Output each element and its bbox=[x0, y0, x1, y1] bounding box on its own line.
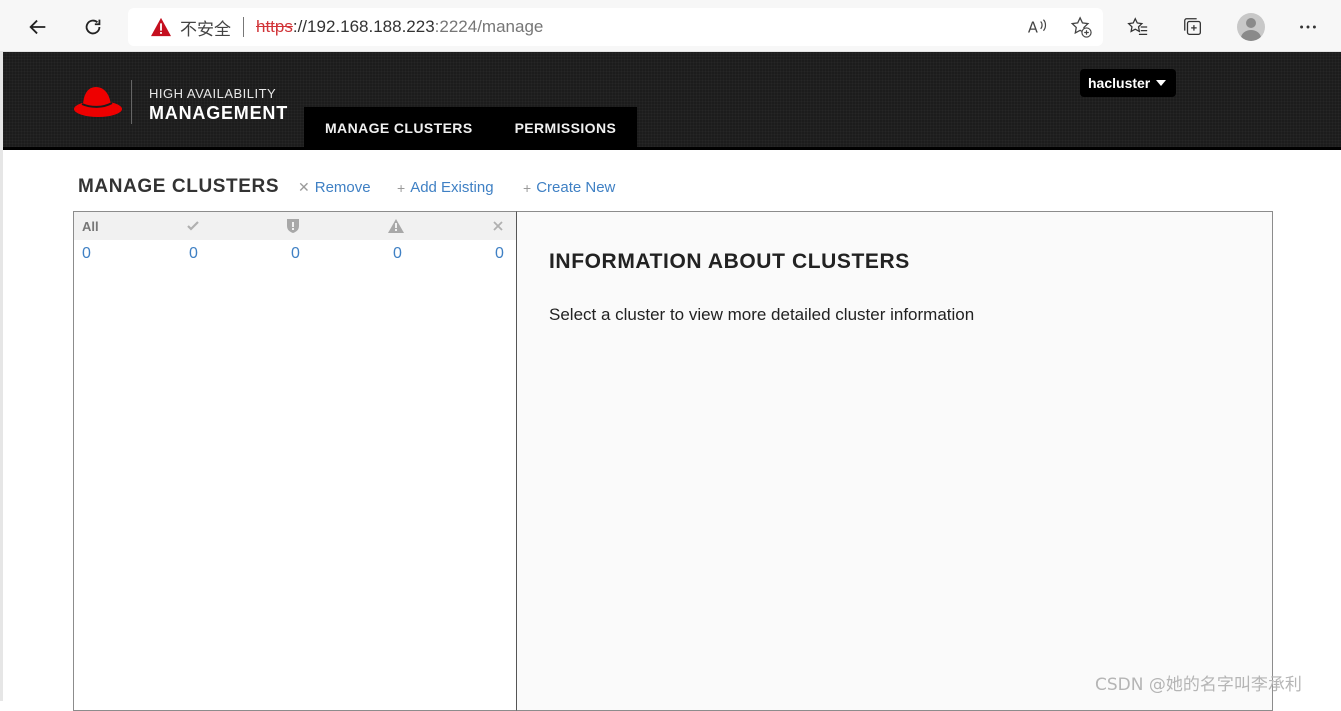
cluster-info-panel: INFORMATION ABOUT CLUSTERS Select a clus… bbox=[516, 211, 1273, 711]
back-button[interactable] bbox=[21, 10, 55, 44]
remove-label: Remove bbox=[314, 179, 371, 196]
cluster-list-panel: All 0 0 0 0 0 bbox=[73, 211, 517, 711]
warning-icon bbox=[151, 17, 171, 37]
count-warning[interactable]: 0 bbox=[393, 245, 402, 263]
app-header: HIGH AVAILABILITY MANAGEMENT MANAGE CLUS… bbox=[3, 52, 1341, 150]
browser-toolbar: 不安全 https://192.168.188.223:2224/manage … bbox=[0, 0, 1341, 52]
create-new-button[interactable]: + Create New bbox=[523, 179, 615, 196]
user-menu-button[interactable]: hacluster bbox=[1080, 69, 1177, 97]
add-favorite-icon[interactable] bbox=[1069, 15, 1093, 39]
url-path: /manage bbox=[477, 17, 544, 36]
url-port: :2224 bbox=[434, 17, 478, 36]
more-options-icon[interactable] bbox=[1295, 14, 1321, 40]
caret-down-icon bbox=[1156, 80, 1167, 86]
brand-title: MANAGEMENT bbox=[149, 103, 288, 123]
plus-icon: + bbox=[397, 179, 406, 196]
info-text: Select a cluster to view more detailed c… bbox=[549, 305, 975, 324]
nav-manage-clusters[interactable]: MANAGE CLUSTERS bbox=[304, 107, 494, 150]
create-new-label: Create New bbox=[536, 179, 616, 196]
plus-icon: + bbox=[523, 179, 532, 196]
count-all[interactable]: 0 bbox=[82, 245, 91, 263]
filter-unknown[interactable] bbox=[492, 212, 504, 240]
watermark: CSDN @她的名字叫李承利 bbox=[1095, 675, 1302, 695]
nav-permissions[interactable]: PERMISSIONS bbox=[494, 107, 638, 150]
logo-divider bbox=[131, 80, 132, 124]
count-unknown[interactable]: 0 bbox=[495, 245, 504, 263]
page-title: MANAGE CLUSTERS bbox=[78, 176, 280, 197]
filter-all[interactable]: All bbox=[82, 212, 99, 240]
count-error[interactable]: 0 bbox=[291, 245, 300, 263]
add-existing-button[interactable]: + Add Existing bbox=[397, 179, 494, 196]
add-existing-label: Add Existing bbox=[410, 179, 494, 196]
warning-triangle-icon bbox=[388, 219, 404, 233]
profile-avatar[interactable] bbox=[1237, 13, 1265, 41]
shield-alert-icon bbox=[287, 219, 299, 233]
refresh-icon bbox=[85, 19, 101, 35]
remove-button[interactable]: ✕ Remove bbox=[298, 179, 371, 196]
address-separator bbox=[243, 17, 244, 37]
user-name: hacluster bbox=[1088, 75, 1151, 91]
insecure-label: 不安全 bbox=[180, 19, 231, 40]
url-text[interactable]: https://192.168.188.223:2224/manage bbox=[256, 17, 543, 37]
brand-subtitle: HIGH AVAILABILITY bbox=[149, 86, 277, 101]
address-bar[interactable]: 不安全 https://192.168.188.223:2224/manage … bbox=[128, 8, 1103, 46]
redhat-logo-icon bbox=[74, 87, 122, 117]
read-aloud-icon[interactable]: A bbox=[1025, 15, 1049, 39]
url-protocol: https bbox=[256, 17, 293, 36]
checkmark-icon bbox=[187, 221, 199, 231]
main-nav: MANAGE CLUSTERS PERMISSIONS bbox=[304, 107, 638, 150]
refresh-button[interactable] bbox=[76, 10, 110, 44]
filter-error[interactable] bbox=[286, 212, 300, 240]
url-host: ://192.168.188.223 bbox=[292, 17, 435, 36]
favorites-icon[interactable] bbox=[1125, 14, 1151, 40]
count-ok[interactable]: 0 bbox=[189, 245, 198, 263]
back-arrow-icon bbox=[29, 19, 46, 35]
x-icon bbox=[493, 221, 503, 231]
collections-icon[interactable] bbox=[1180, 14, 1206, 40]
filter-warning[interactable] bbox=[387, 212, 405, 240]
svg-text:A: A bbox=[1028, 20, 1038, 37]
status-filter-bar: All bbox=[74, 212, 516, 240]
info-title: INFORMATION ABOUT CLUSTERS bbox=[549, 250, 910, 273]
filter-ok[interactable] bbox=[186, 212, 200, 240]
close-icon: ✕ bbox=[298, 179, 310, 195]
